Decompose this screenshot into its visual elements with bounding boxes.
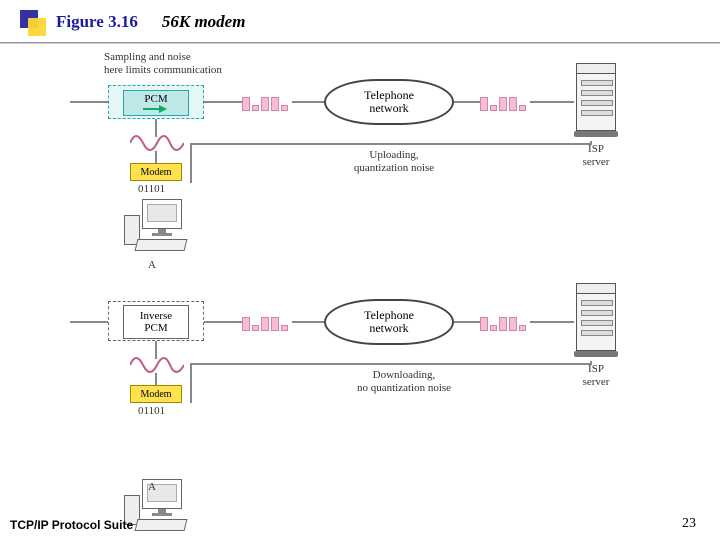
horizontal-rule <box>0 42 720 43</box>
connector-line <box>155 151 157 163</box>
diagram-canvas: Sampling and noise here limits communica… <box>30 51 690 491</box>
downloading-note: Downloading,no quantization noise <box>324 369 484 394</box>
connector-line <box>590 141 592 145</box>
inverse-pcm-label-box: InversePCM <box>123 305 189 339</box>
sampling-note: Sampling and noise here limits communica… <box>104 51 222 76</box>
analog-waveform <box>130 133 184 158</box>
connector-line <box>530 101 574 103</box>
figure-label: Figure 3.16 <box>56 12 138 32</box>
digital-pulse <box>242 93 288 111</box>
connector-line <box>190 143 192 183</box>
host-a-label-top: A <box>148 259 156 272</box>
digital-pulse <box>480 93 526 111</box>
modem-top: Modem <box>130 163 182 181</box>
isp-label-bottom: ISPserver <box>574 363 618 388</box>
pcm-label-box: PCM <box>123 90 189 116</box>
telephone-network-top: Telephonenetwork <box>324 79 454 125</box>
slide-bullet-icon <box>18 8 46 36</box>
figure-title: 56K modem <box>162 12 246 32</box>
pcm-label: PCM <box>144 93 167 105</box>
analog-waveform <box>130 355 184 380</box>
connector-line <box>454 101 480 103</box>
connector-line <box>530 321 574 323</box>
computer-bottom <box>124 479 190 537</box>
arrow-right-icon <box>143 105 169 113</box>
connector-line <box>190 363 592 365</box>
connector-line <box>204 321 242 323</box>
connector-line <box>590 361 592 365</box>
connector-line <box>70 321 108 323</box>
footer-title: TCP/IP Protocol Suite <box>10 518 133 532</box>
digital-pulse <box>242 313 288 331</box>
connector-line <box>292 321 324 323</box>
uploading-note: Uploading,quantization noise <box>324 149 464 174</box>
isp-label-top: ISPserver <box>574 143 618 168</box>
inverse-pcm-block: InversePCM <box>108 301 204 341</box>
connector-line <box>155 373 157 385</box>
modem-bottom: Modem <box>130 385 182 403</box>
pcm-block: PCM <box>108 85 204 119</box>
connector-line <box>70 101 108 103</box>
connector-line <box>454 321 480 323</box>
connector-line <box>190 143 592 145</box>
host-a-label-bottom: A <box>148 481 156 494</box>
telephone-network-bottom: Telephonenetwork <box>324 299 454 345</box>
bits-label-bottom: 01101 <box>138 405 165 418</box>
isp-server-bottom <box>574 283 618 361</box>
connector-line <box>292 101 324 103</box>
digital-pulse <box>480 313 526 331</box>
computer-top <box>124 199 190 257</box>
isp-server-top <box>574 63 618 141</box>
connector-line <box>190 363 192 403</box>
page-number: 23 <box>682 516 696 532</box>
bits-label-top: 01101 <box>138 183 165 196</box>
connector-line <box>204 101 242 103</box>
